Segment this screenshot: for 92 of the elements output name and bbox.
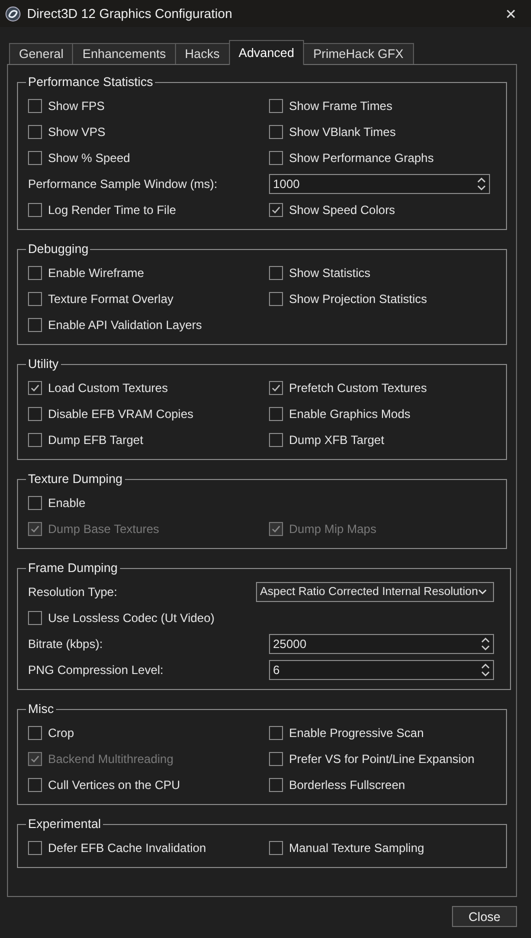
- tab[interactable]: Advanced: [228, 40, 304, 65]
- dropdown[interactable]: Aspect Ratio Corrected Internal Resolution: [256, 582, 494, 602]
- checkbox[interactable]: [28, 99, 42, 113]
- checkbox[interactable]: [269, 203, 283, 217]
- checkbox[interactable]: [269, 125, 283, 139]
- checkbox[interactable]: [28, 611, 42, 625]
- checkbox-label: Manual Texture Sampling: [289, 841, 424, 855]
- checkbox[interactable]: [269, 99, 283, 113]
- checkbox-label: Enable API Validation Layers: [48, 318, 202, 332]
- checkbox[interactable]: [28, 407, 42, 421]
- checkmark-icon: [30, 524, 40, 534]
- checkbox-label: Show Frame Times: [289, 99, 392, 113]
- checkbox-label: Show Projection Statistics: [289, 292, 428, 306]
- checkbox[interactable]: [269, 292, 283, 306]
- spin-box[interactable]: 6: [269, 660, 494, 680]
- checkbox-label: Cull Vertices on the CPU: [48, 778, 180, 792]
- checkmark-icon: [271, 205, 281, 215]
- checkbox[interactable]: [28, 726, 42, 740]
- tab[interactable]: Enhancements: [72, 43, 176, 64]
- checkbox-label: Log Render Time to File: [48, 203, 176, 217]
- app-logo-icon: [5, 6, 21, 22]
- checkbox-label: Enable Graphics Mods: [289, 407, 410, 421]
- checkmark-icon: [271, 383, 281, 393]
- group-title: Frame Dumping: [27, 561, 119, 575]
- checkbox-label: Disable EFB VRAM Copies: [48, 407, 194, 421]
- checkbox-label: Enable Wireframe: [48, 266, 144, 280]
- close-button[interactable]: Close: [452, 906, 517, 927]
- checkbox[interactable]: [269, 726, 283, 740]
- checkbox-label: Use Lossless Codec (Ut Video): [48, 611, 215, 625]
- tab[interactable]: PrimeHack GFX: [303, 43, 414, 64]
- checkbox-label: Show Speed Colors: [289, 203, 396, 217]
- checkbox[interactable]: [28, 125, 42, 139]
- tab[interactable]: General: [9, 43, 74, 64]
- checkbox[interactable]: [28, 318, 42, 332]
- spin-arrows-icon[interactable]: [480, 663, 490, 677]
- spin-arrows-icon[interactable]: [477, 177, 486, 191]
- checkbox-label: Show FPS: [48, 99, 105, 113]
- group-title: Texture Dumping: [27, 472, 124, 486]
- checkbox-label: Borderless Fullscreen: [289, 778, 406, 792]
- checkbox-label: Dump EFB Target: [48, 433, 144, 447]
- checkbox[interactable]: [28, 381, 42, 395]
- group-title: Utility: [27, 357, 60, 371]
- spin-box[interactable]: 25000: [269, 634, 494, 654]
- checkbox[interactable]: [28, 266, 42, 280]
- checkbox[interactable]: [269, 778, 283, 792]
- checkbox-label: Dump XFB Target: [289, 433, 384, 447]
- checkbox-label: Dump Base Textures: [48, 522, 160, 536]
- field-label: PNG Compression Level:: [28, 663, 164, 677]
- group-title: Misc: [27, 702, 55, 716]
- checkbox-label: Show VBlank Times: [289, 125, 396, 139]
- checkmark-icon: [271, 524, 281, 534]
- checkbox[interactable]: [269, 841, 283, 855]
- checkbox-label: Prefer VS for Point/Line Expansion: [289, 752, 474, 766]
- checkbox-label: Enable: [48, 496, 86, 510]
- checkbox-label: Dump Mip Maps: [289, 522, 376, 536]
- checkbox-label: Texture Format Overlay: [48, 292, 174, 306]
- checkbox[interactable]: [28, 778, 42, 792]
- window-title: Direct3D 12 Graphics Configuration: [27, 6, 234, 21]
- checkbox-label: Defer EFB Cache Invalidation: [48, 841, 206, 855]
- checkbox-label: Show Statistics: [289, 266, 370, 280]
- spin-box[interactable]: 1000: [269, 174, 490, 194]
- checkbox-label: Show % Speed: [48, 151, 130, 165]
- checkbox[interactable]: [269, 151, 283, 165]
- checkbox[interactable]: [28, 151, 42, 165]
- checkbox[interactable]: [28, 292, 42, 306]
- checkbox[interactable]: [28, 433, 42, 447]
- group-title: Performance Statistics: [27, 75, 154, 89]
- checkmark-icon: [30, 383, 40, 393]
- close-icon[interactable]: ✕: [491, 6, 531, 22]
- checkbox[interactable]: [28, 841, 42, 855]
- checkmark-icon: [30, 754, 40, 764]
- checkbox[interactable]: [269, 407, 283, 421]
- checkbox[interactable]: [269, 752, 283, 766]
- checkbox-label: Show Performance Graphs: [289, 151, 434, 165]
- checkbox[interactable]: [28, 496, 42, 510]
- checkbox-label: Prefetch Custom Textures: [289, 381, 427, 395]
- group-title: Experimental: [27, 817, 102, 831]
- checkbox-label: Backend Multithreading: [48, 752, 174, 766]
- field-label: Bitrate (kbps):: [28, 637, 104, 651]
- checkbox-label: Load Custom Textures: [48, 381, 168, 395]
- checkbox-label: Enable Progressive Scan: [289, 726, 424, 740]
- checkbox[interactable]: [269, 433, 283, 447]
- spin-arrows-icon[interactable]: [480, 637, 490, 651]
- checkbox[interactable]: [28, 203, 42, 217]
- checkbox-label: Show VPS: [48, 125, 106, 139]
- tab[interactable]: Hacks: [174, 43, 230, 64]
- group-title: Debugging: [27, 242, 90, 256]
- checkbox[interactable]: [269, 381, 283, 395]
- field-label: Performance Sample Window (ms):: [28, 177, 218, 191]
- chevron-down-icon: [478, 589, 487, 595]
- checkbox[interactable]: [269, 266, 283, 280]
- checkbox-label: Crop: [48, 726, 74, 740]
